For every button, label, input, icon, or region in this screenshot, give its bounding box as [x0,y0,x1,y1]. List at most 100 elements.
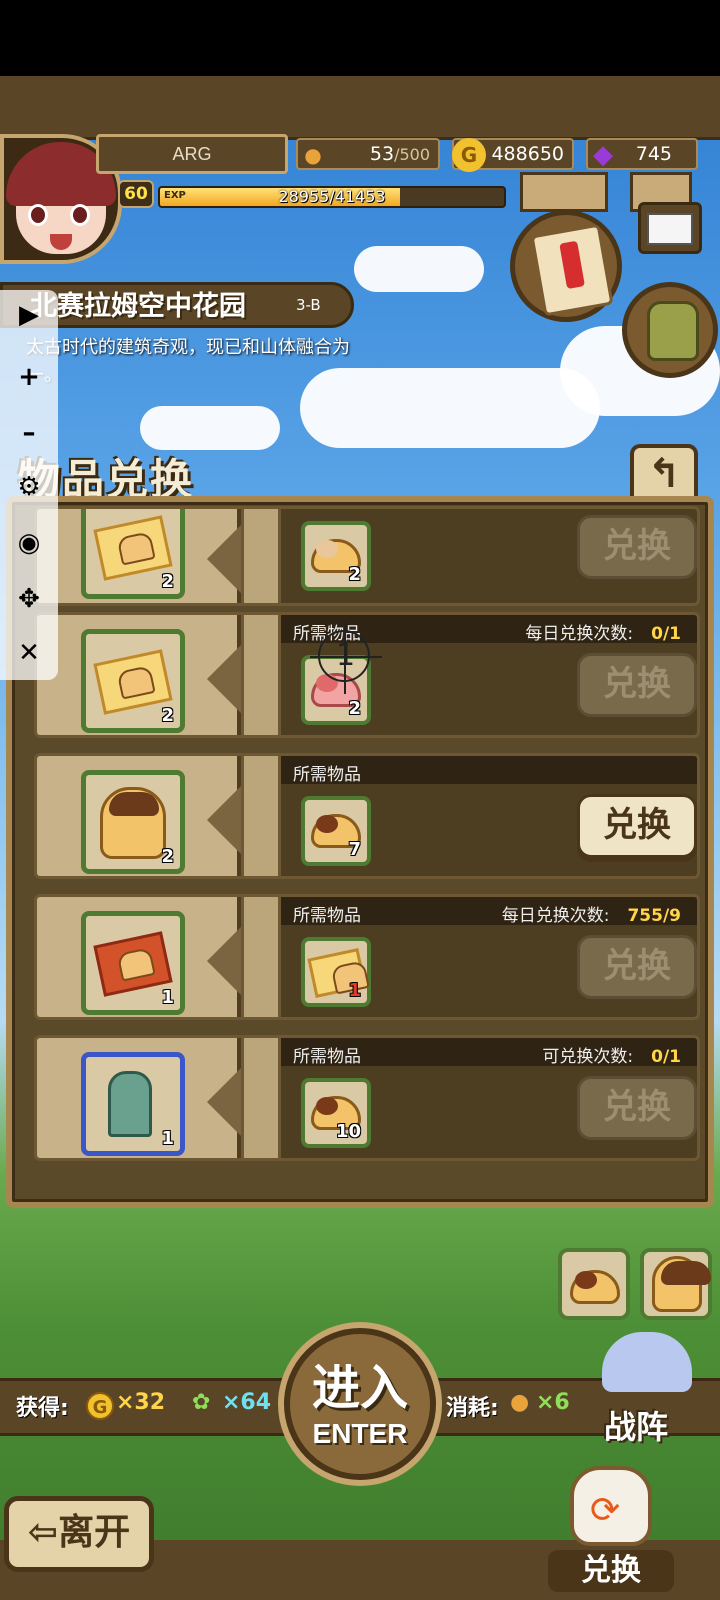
leave-label: ⇦离开 [27,1512,131,1553]
move-icon[interactable]: ✥ [12,582,46,616]
exchange-row-5: 所需物品 可兑换次数: 0/1 1 10 兑换 [34,1035,700,1161]
gold-coin-icon: G [452,138,486,172]
limit-label: 可兑换次数: [542,1047,634,1067]
reward-qty: 1 [161,987,174,1008]
enter-label-en: ENTER [312,1418,408,1449]
location-code: 3-B [296,296,321,314]
gem-counter[interactable]: ◆ 745 [586,138,698,170]
exchange-shop-label: 兑换 [548,1550,674,1592]
zoom-out-icon[interactable]: – [12,416,46,450]
refresh-arrows-icon: ⟳ [590,1490,621,1531]
exchange-button[interactable]: 兑换 [577,935,697,999]
crosshair-marker: 1 [310,622,382,694]
statue-icon [108,1071,152,1137]
required-items-label: 所需物品 [293,906,361,926]
bonus-item-slot[interactable] [558,1248,630,1320]
exchange-shop-button[interactable]: ⟳ 兑换 [548,1466,674,1596]
exchange-button-active[interactable]: 兑换 [577,794,697,858]
reward-item-slot[interactable]: 2 [81,770,185,874]
exchange-row-2: 所需物品 每日兑换次数: 0/1 2 2 兑换 [34,612,700,738]
required-qty: 1 [348,980,361,1001]
mushroom-icon [570,1270,620,1304]
required-item-slot[interactable]: 7 [301,796,371,866]
reward-qty: 2 [161,571,174,592]
backpack-icon [647,301,699,361]
player-name: ARG [172,144,212,164]
cloud [354,246,484,292]
required-items-label: 所需物品 [293,1047,361,1067]
close-icon[interactable]: ✕ [12,636,46,670]
party-icon [602,1332,692,1392]
rope-post [520,172,608,212]
avatar-eye [28,204,48,226]
hide-eye-icon[interactable]: ◉ [12,526,46,560]
pudding-icon [652,1256,711,1312]
gain-label: 获得: [16,1396,69,1421]
reward-item-slot[interactable]: 2 [81,509,185,599]
limit-label: 每日兑换次数: [501,906,610,926]
row-post [241,897,281,1017]
exchange-row-3: 所需物品 2 7 兑换 [34,753,700,879]
stamina-current: 53 [369,143,395,165]
zoom-in-icon[interactable]: + [12,360,46,394]
location-title: 北赛拉姆空中花园 [30,291,246,322]
mail-button[interactable] [638,202,702,254]
exchange-button[interactable]: 兑换 [577,1076,697,1140]
reward-qty: 2 [161,705,174,726]
backpack-button[interactable] [622,282,718,378]
envelope-icon [647,213,693,245]
enter-button[interactable]: 进入 ENTER [284,1328,436,1480]
formation-button[interactable]: 战阵 [580,1332,710,1450]
cloud [140,406,280,450]
gold-value: 488650 [491,143,564,165]
leave-button[interactable]: ⇦离开 [4,1496,154,1572]
limit-value: 0/1 [651,1047,681,1067]
player-name-plate: ARG [96,134,288,174]
bonus-item-slot[interactable] [640,1248,712,1320]
gear-icon[interactable]: ⚙ [12,470,46,504]
required-qty: 2 [348,698,361,719]
side-toolbar: ▶ + – ⚙ ◉ ✥ ✕ [0,290,58,680]
row-post [241,615,281,735]
exp-bar: EXP 28955/41453 [158,186,506,208]
exchange-row-1: 2 2 兑换 [34,506,700,606]
reward-item-slot[interactable]: 1 [81,1052,185,1156]
cost-label: 消耗: [446,1396,499,1421]
row-post [241,1038,281,1158]
gold-coin-icon: G [86,1392,114,1420]
exchange-limit: 每日兑换次数: 0/1 [525,619,681,644]
required-qty: 2 [348,564,361,585]
stamina-counter[interactable]: ● 53/500 [296,138,440,170]
top-wood-band [0,76,720,140]
exchange-button[interactable]: 兑换 [577,653,697,717]
required-item-slot[interactable]: 2 [301,521,371,591]
gold-counter[interactable]: G 488650 [452,138,574,172]
required-item-slot[interactable]: 1 [301,937,371,1007]
formation-label: 战阵 [604,1408,669,1446]
enter-label-cn: 进入 [311,1360,408,1416]
exchange-limit: 每日兑换次数: 755/9 [502,901,681,926]
stamina-max: /500 [394,145,430,164]
stamina-value: 53/500 [370,140,430,169]
required-item-slot[interactable]: 10 [301,1078,371,1148]
reward-item-slot[interactable]: 1 [81,911,185,1015]
row-post [241,756,281,876]
bread-icon: ● [510,1390,530,1415]
reward-item-slot[interactable]: 2 [81,629,185,733]
required-items-label: 所需物品 [293,765,361,785]
stamina-cost-amount: ×6 [536,1390,570,1415]
pudding-icon [100,787,166,859]
exchange-panel: 2 2 兑换 所需物品 每日兑换次数: 0/1 2 2 兑换 所需物品 2 7 … [6,496,714,1208]
exchange-button[interactable]: 兑换 [577,515,697,579]
quest-scroll-button[interactable] [510,210,622,322]
avatar-eye [70,204,90,226]
feather-reward-amount: ×64 [222,1390,272,1415]
exp-text: 28955/41453 [278,187,386,206]
play-icon[interactable]: ▶ [12,298,46,332]
bread-icon: ● [304,143,322,167]
limit-value: 0/1 [651,624,681,644]
required-qty: 10 [335,1121,361,1142]
gem-icon: ◆ [593,140,613,170]
exchange-limit: 可兑换次数: 0/1 [542,1042,681,1067]
exclamation-icon [559,240,585,290]
